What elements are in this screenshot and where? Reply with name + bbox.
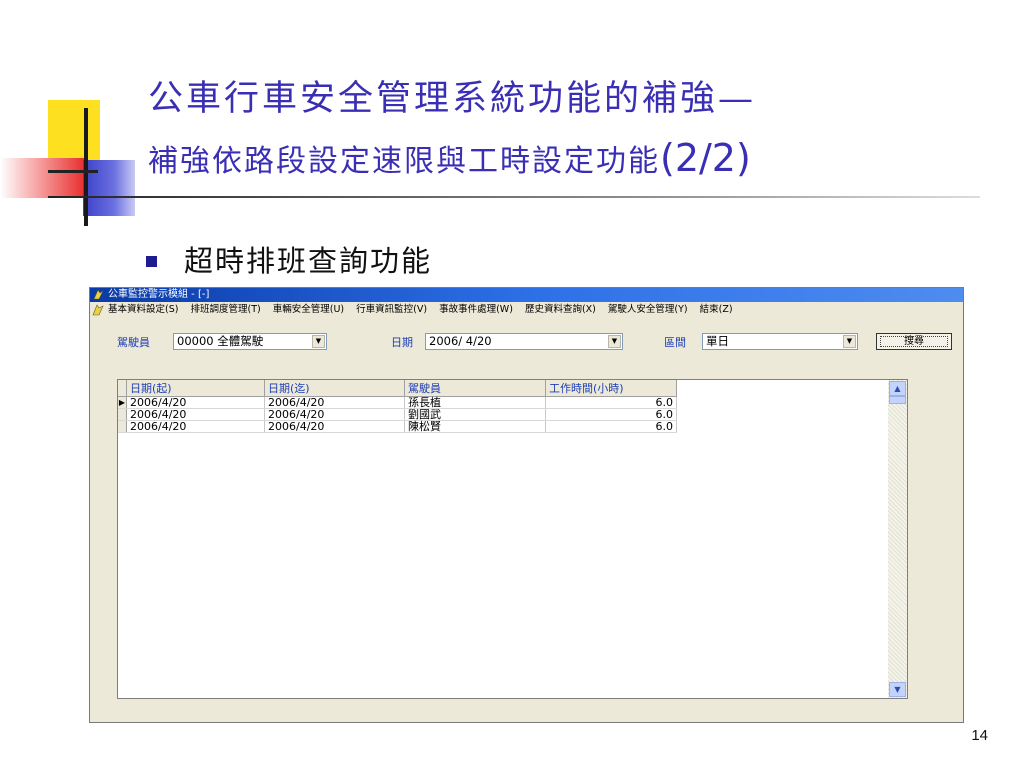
window-titlebar[interactable]: 公車監控警示模組 - [-] [90, 288, 963, 302]
menu-item-basic-data[interactable]: 基本資料設定(S) [108, 304, 178, 315]
menu-app-icon[interactable] [92, 304, 104, 316]
column-header-start-date[interactable]: 日期(起) [126, 380, 265, 397]
focus-rect [880, 336, 948, 347]
date-picker-value: 2006/ 4/20 [429, 334, 492, 348]
table-row[interactable]: 2006/4/20 2006/4/20 陳松賢 6.0 [118, 420, 677, 433]
column-header-work-hours[interactable]: 工作時間(小時) [545, 380, 677, 397]
driver-label: 駕駛員 [117, 336, 150, 349]
page-number: 14 [971, 727, 988, 744]
menu-item-exit[interactable]: 結束(Z) [700, 304, 733, 315]
decor-red-gradient-bar [0, 158, 86, 198]
table-row[interactable]: 2006/4/20 2006/4/20 劉國武 6.0 [118, 408, 677, 421]
row-header [118, 408, 127, 421]
date-picker[interactable]: 2006/ 4/20 ▼ [425, 333, 623, 350]
decor-yellow-square [48, 100, 100, 160]
slide-title-line2: 補強依路段設定速限與工時設定功能(2/2) [148, 136, 751, 180]
vertical-scrollbar[interactable]: ▲ ▼ [888, 380, 907, 698]
scroll-up-icon[interactable]: ▲ [889, 381, 906, 396]
interval-select-value: 單日 [706, 334, 729, 348]
search-button[interactable]: 搜尋 [876, 333, 952, 350]
column-header-end-date[interactable]: 日期(迄) [264, 380, 405, 397]
slide-title-line2-suffix: (2/2) [660, 136, 751, 180]
result-table: 日期(起) 日期(迄) 駕駛員 工作時間(小時) ▶ 2006/4/20 200… [118, 380, 677, 433]
cell-end-date[interactable]: 2006/4/20 [264, 420, 405, 433]
cell-end-date[interactable]: 2006/4/20 [264, 396, 405, 409]
chevron-down-icon[interactable]: ▼ [608, 335, 621, 348]
cell-start-date[interactable]: 2006/4/20 [126, 408, 265, 421]
chevron-down-icon[interactable]: ▼ [843, 335, 856, 348]
cell-start-date[interactable]: 2006/4/20 [126, 420, 265, 433]
menu-item-driver-safety[interactable]: 駕駛人安全管理(Y) [608, 304, 688, 315]
decor-blue-square [83, 160, 135, 216]
cell-driver[interactable]: 劉國武 [404, 408, 546, 421]
slide-title-line2-text: 補強依路段設定速限與工時設定功能 [148, 144, 660, 179]
slide-title-line1: 公車行車安全管理系統功能的補強— [148, 79, 757, 119]
cell-end-date[interactable]: 2006/4/20 [264, 408, 405, 421]
interval-select[interactable]: 單日 ▼ [702, 333, 858, 350]
menu-item-vehicle-safety[interactable]: 車輛安全管理(U) [273, 304, 344, 315]
menu-bar: 基本資料設定(S) 排班調度管理(T) 車輛安全管理(U) 行車資訊監控(V) … [90, 302, 963, 318]
decor-vertical-line [84, 108, 88, 226]
current-row-pointer-icon: ▶ [118, 396, 127, 409]
menu-item-driving-monitor[interactable]: 行車資訊監控(V) [356, 304, 427, 315]
chevron-down-icon[interactable]: ▼ [312, 335, 325, 348]
bullet-text: 超時排班查詢功能 [184, 244, 433, 278]
table-row[interactable]: ▶ 2006/4/20 2006/4/20 孫長植 6.0 [118, 396, 677, 409]
app-icon [93, 289, 104, 300]
cell-work-hours[interactable]: 6.0 [545, 396, 677, 409]
scroll-thumb[interactable] [889, 396, 906, 404]
menu-item-incident[interactable]: 事故事件處理(W) [439, 304, 513, 315]
app-window: 公車監控警示模組 - [-] 基本資料設定(S) 排班調度管理(T) 車輛安全管… [89, 287, 964, 723]
table-header-row: 日期(起) 日期(迄) 駕駛員 工作時間(小時) [118, 380, 677, 397]
bullet-square-icon [146, 256, 157, 267]
decor-cross-line [48, 170, 98, 173]
title-underline [48, 196, 980, 198]
cell-work-hours[interactable]: 6.0 [545, 420, 677, 433]
interval-label: 區間 [664, 336, 686, 349]
column-header-driver[interactable]: 駕駛員 [404, 380, 546, 397]
date-label: 日期 [391, 336, 413, 349]
row-header-corner [118, 380, 127, 397]
menu-item-scheduling[interactable]: 排班調度管理(T) [190, 304, 260, 315]
cell-driver[interactable]: 陳松賢 [404, 420, 546, 433]
driver-select-value: 00000 全體駕駛 [177, 334, 264, 348]
scroll-down-icon[interactable]: ▼ [889, 682, 906, 697]
menu-item-history-query[interactable]: 歷史資料查詢(X) [525, 304, 596, 315]
cell-driver[interactable]: 孫長植 [404, 396, 546, 409]
cell-start-date[interactable]: 2006/4/20 [126, 396, 265, 409]
result-grid[interactable]: 日期(起) 日期(迄) 駕駛員 工作時間(小時) ▶ 2006/4/20 200… [117, 379, 908, 699]
window-title: 公車監控警示模組 - [-] [108, 289, 210, 300]
cell-work-hours[interactable]: 6.0 [545, 408, 677, 421]
driver-select[interactable]: 00000 全體駕駛 ▼ [173, 333, 327, 350]
row-header [118, 420, 127, 433]
